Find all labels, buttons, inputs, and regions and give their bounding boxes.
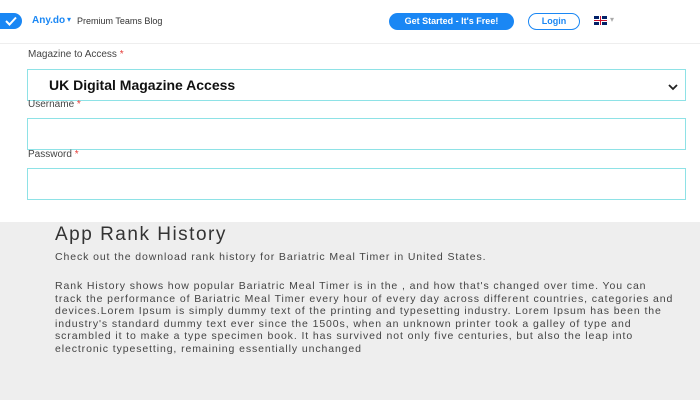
chevron-down-icon[interactable]: ▾ xyxy=(67,15,71,24)
nav-item-premium-teams-blog[interactable]: Premium Teams Blog xyxy=(77,16,162,26)
brand-name[interactable]: Any.do xyxy=(32,15,65,26)
required-marker: * xyxy=(76,99,81,110)
chevron-down-icon[interactable] xyxy=(668,78,678,96)
rank-history-title: App Rank History xyxy=(55,224,227,245)
magazine-select[interactable]: UK Digital Magazine Access xyxy=(27,69,686,101)
rank-history-body: Rank History shows how popular Bariatric… xyxy=(55,280,674,355)
username-label: Username * xyxy=(28,99,81,110)
required-marker: * xyxy=(74,149,79,160)
login-button[interactable]: Login xyxy=(528,13,580,30)
anydo-logo-icon[interactable] xyxy=(0,13,22,29)
top-header: Any.do ▾ Premium Teams Blog Get Started … xyxy=(0,0,700,44)
username-field[interactable] xyxy=(27,118,686,150)
uk-flag-icon[interactable] xyxy=(594,16,607,25)
required-marker: * xyxy=(119,49,124,60)
password-field[interactable] xyxy=(27,168,686,200)
rank-history-intro: Check out the download rank history for … xyxy=(55,251,487,263)
get-started-button[interactable]: Get Started - It's Free! xyxy=(389,13,514,30)
magazine-select-value: UK Digital Magazine Access xyxy=(49,77,236,93)
language-chevron-icon[interactable]: ▾ xyxy=(610,15,614,24)
magazine-label: Magazine to Access * xyxy=(28,49,124,60)
password-label: Password * xyxy=(28,149,79,160)
